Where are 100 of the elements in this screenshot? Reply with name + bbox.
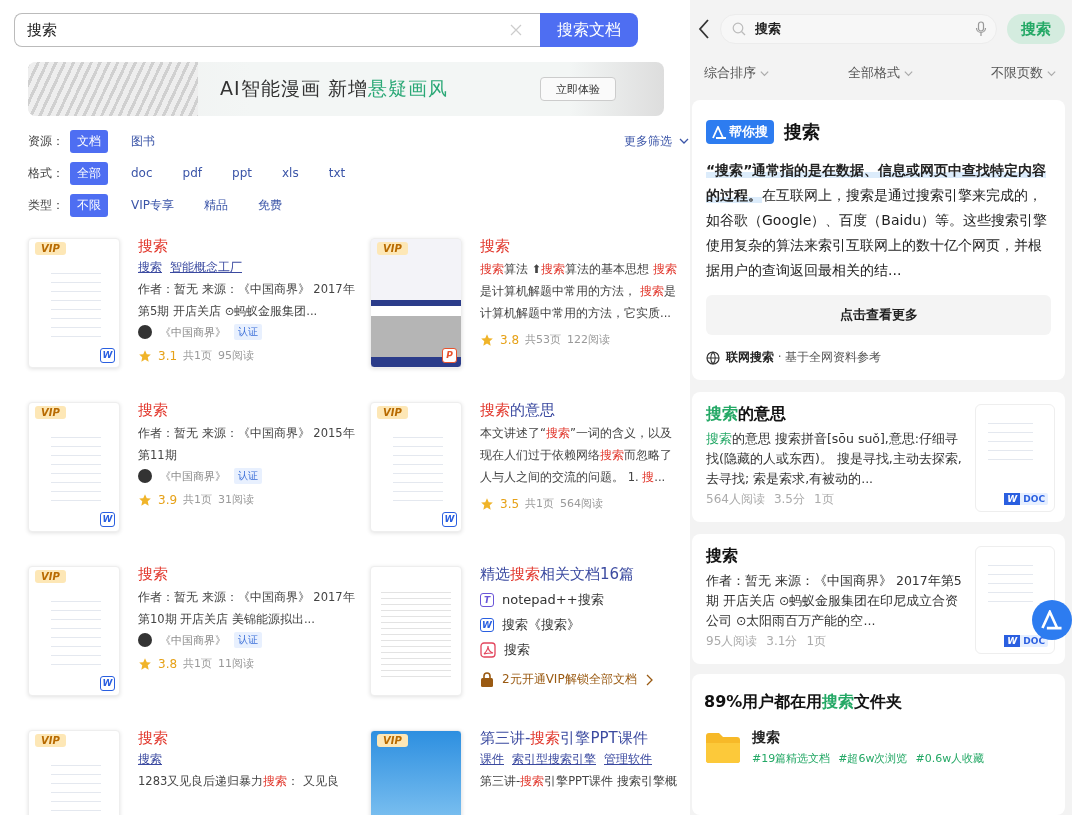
document-thumbnail[interactable]: VIP W	[370, 402, 462, 532]
filter-option[interactable]: 不限	[70, 193, 108, 217]
rating-score: 3.1分	[766, 633, 798, 650]
filter-option[interactable]: 免费	[251, 193, 289, 217]
file-type-badge: P	[442, 348, 457, 363]
filter-option[interactable]: txt	[321, 163, 353, 183]
folder-stat: #0.6w人收藏	[915, 751, 985, 766]
document-title[interactable]: 搜索	[706, 546, 965, 567]
document-thumbnail[interactable]: VIP W	[28, 402, 120, 532]
tag-link[interactable]: 搜索	[138, 750, 162, 768]
back-icon[interactable]	[698, 19, 710, 39]
try-now-button[interactable]: 立即体验	[540, 77, 616, 101]
result-snippet: 第三讲-搜索引擎PPT课件 搜索引擎概	[480, 773, 678, 790]
read-count: 564阅读	[560, 496, 604, 511]
filter-option[interactable]: xls	[275, 163, 306, 183]
vip-badge: VIP	[377, 734, 408, 747]
filter-option[interactable]: 精品	[197, 193, 235, 217]
section-title: 89%用户都在用搜索文件夹	[704, 692, 904, 713]
banner-headline: AI智能漫画 新增悬疑画风	[220, 76, 448, 101]
filter-option[interactable]: pdf	[175, 163, 210, 183]
filter-label: 格式：	[28, 164, 65, 182]
document-thumbnail[interactable]: W DOC	[975, 546, 1055, 654]
tag-link[interactable]: 搜索	[138, 258, 162, 276]
sort-dropdown[interactable]: 不限页数	[991, 64, 1057, 82]
search-field[interactable]: 搜索	[14, 13, 540, 47]
read-count: 95人阅读	[706, 633, 758, 650]
avatar	[138, 633, 152, 647]
word-file-icon: W	[1004, 493, 1021, 505]
result-title[interactable]: 搜索	[138, 236, 358, 256]
clear-icon[interactable]	[510, 24, 522, 36]
vip-unlock-link[interactable]: 2元开通VIP解锁全部文档	[502, 671, 637, 688]
folder-icon	[704, 730, 742, 765]
star-icon	[138, 492, 152, 507]
folder-stat: #超6w次浏览	[838, 751, 908, 766]
star-icon	[138, 348, 152, 363]
result-title[interactable]: 精选搜索相关文档16篇	[480, 564, 680, 584]
banner[interactable]: AI智能漫画 新增悬疑画风 立即体验	[28, 62, 664, 116]
source-name[interactable]: 《中国商界》	[160, 632, 226, 648]
tag-link[interactable]: 管理软件	[604, 750, 652, 768]
sort-dropdown[interactable]: 全部格式	[847, 64, 914, 82]
folder-name[interactable]: 搜索	[752, 729, 985, 747]
page-count: 共1页	[525, 496, 555, 511]
text-file-icon: T	[480, 593, 494, 607]
source-name[interactable]: 《中国商界》	[160, 324, 226, 340]
tag-link[interactable]: 课件	[480, 750, 504, 768]
vip-badge: VIP	[35, 734, 66, 747]
filter-option[interactable]: doc	[124, 163, 160, 183]
folder-stat: #19篇精选文档	[752, 751, 831, 766]
filter-option[interactable]: 图书	[124, 129, 162, 153]
vip-badge: VIP	[377, 242, 408, 255]
search-field[interactable]: 搜索	[720, 14, 997, 44]
verified-badge: 认证	[234, 324, 262, 340]
avatar	[138, 469, 152, 483]
document-card[interactable]: 搜索的意思 搜索的意思 搜索拼音[sōu suǒ],意思:仔细寻找(隐藏的人或东西)。 搜是寻找,主动去探索,去寻找; 索是索求,有被动的... 564人阅读 3.5分 1页 W DOC	[692, 392, 1065, 522]
result-snippet: 搜索算法 ⬆搜索算法的基本思想 搜索是计算机解题中常用的方法， 搜索是计算机解题中常用的方法，它实质...	[480, 261, 678, 322]
rating-score: 3.1	[158, 348, 178, 363]
see-more-button[interactable]: 点击查看更多	[706, 295, 1051, 335]
slide-thumbnail[interactable]: VIP P	[370, 238, 462, 368]
sort-dropdown[interactable]: 综合排序	[704, 64, 770, 82]
document-title[interactable]: 搜索的意思	[706, 404, 965, 425]
page-count: 共53页	[525, 332, 562, 347]
filter-option[interactable]: 全部	[70, 161, 108, 185]
page-count: 1页	[806, 633, 826, 650]
rating-score: 3.9	[158, 492, 178, 507]
triangle-logo-icon	[1041, 610, 1063, 630]
search-button[interactable]: 搜索文档	[540, 13, 638, 47]
document-thumbnail[interactable]: VIP W	[28, 238, 120, 368]
tag-link[interactable]: 智能概念工厂	[170, 258, 242, 276]
document-card[interactable]: 搜索 作者：暂无 来源：《中国商界》 2017年第5期 开店关店 ⊙蚂蚁金服集团在印尼成立合资公司 ⊙太阳雨百万产能的空... 95人阅读 3.1分 1页 W DOC	[692, 534, 1065, 664]
microphone-icon[interactable]	[975, 21, 987, 37]
document-thumbnail[interactable]: W DOC	[975, 404, 1055, 512]
document-stack-thumbnail[interactable]	[370, 566, 462, 696]
filter-option[interactable]: ppt	[225, 163, 259, 183]
result-snippet: 本文讲述了“搜索”一词的含义，以及现在人们过于依赖网络搜索而忽略了人与人之间的交流的问题。 1. 搜...	[480, 425, 673, 486]
tag-link[interactable]: 索引型搜索引擎	[512, 750, 596, 768]
file-type-badge: W	[100, 512, 115, 527]
source-name[interactable]: 《中国商界》	[160, 468, 226, 484]
document-link[interactable]: 搜索	[504, 641, 530, 659]
filter-option[interactable]: 文档	[70, 129, 108, 153]
document-link[interactable]: 搜索《搜索》	[502, 616, 580, 634]
result-snippet: 1283又见良后递归暴力搜索： 又见良	[138, 773, 340, 790]
read-count: 122阅读	[567, 332, 611, 347]
result-title[interactable]: 搜索	[138, 728, 358, 748]
file-type-label: DOC	[1022, 494, 1046, 504]
document-thumbnail[interactable]: VIP W	[28, 566, 120, 696]
file-type-badge: W	[100, 676, 115, 691]
result-title[interactable]: 搜索的意思	[480, 400, 680, 420]
document-link[interactable]: notepad++搜索	[502, 591, 604, 609]
result-title[interactable]: 搜索	[138, 564, 358, 584]
result-title[interactable]: 搜索	[480, 236, 680, 256]
page-count: 共1页	[183, 656, 213, 671]
rating-score: 3.8	[158, 656, 178, 671]
result-title[interactable]: 第三讲-搜索引擎PPT课件	[480, 728, 680, 748]
result-title[interactable]: 搜索	[138, 400, 358, 420]
filter-option[interactable]: VIP专享	[124, 193, 181, 217]
read-count: 564人阅读	[706, 491, 765, 508]
more-filters-link[interactable]: 更多筛选	[624, 132, 672, 150]
triangle-logo-icon	[712, 125, 727, 139]
read-count: 31阅读	[218, 492, 255, 507]
vip-badge: VIP	[35, 570, 66, 583]
